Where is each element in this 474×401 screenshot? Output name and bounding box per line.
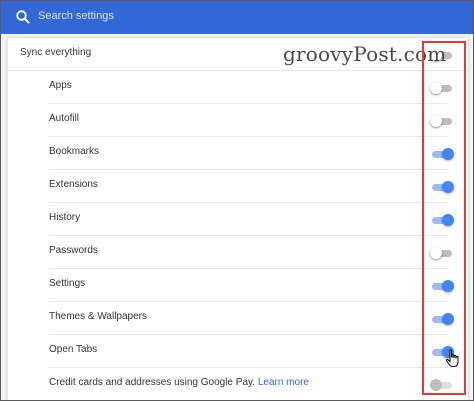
sync-row: Settings xyxy=(8,269,468,302)
sync-row: Passwords xyxy=(8,236,468,269)
sync-row-text: Apps xyxy=(49,80,72,91)
sync-row-label: Open Tabs xyxy=(49,344,97,355)
sync-toggle[interactable] xyxy=(430,82,454,94)
sync-settings-card: Sync everything Apps Autofill Bookmarks Exte… xyxy=(8,38,468,400)
sync-row-label: History xyxy=(49,212,80,223)
sync-row-label: Sync everything xyxy=(20,47,91,58)
toggle-knob xyxy=(442,148,454,160)
sync-row-text: Themes & Wallpapers xyxy=(49,311,147,322)
sync-row: Credit cards and addresses using Google … xyxy=(8,368,468,400)
sync-row-label: Bookmarks xyxy=(49,146,99,157)
sync-row-label: Themes & Wallpapers xyxy=(49,311,147,322)
watermark: groovyPost.com xyxy=(283,42,447,66)
sync-toggle[interactable] xyxy=(430,313,454,325)
sync-row-label: Settings xyxy=(49,278,85,289)
toggle-knob xyxy=(430,82,442,94)
sync-row-text: Open Tabs xyxy=(49,344,98,355)
sync-toggle[interactable] xyxy=(430,148,454,160)
sync-row-text: Credit cards and addresses using Google … xyxy=(49,377,256,388)
sync-row: Extensions xyxy=(8,170,468,203)
sync-toggle[interactable] xyxy=(430,115,454,127)
sync-toggle[interactable] xyxy=(430,214,454,226)
sync-row-text: Sync everything xyxy=(20,47,92,58)
toggle-knob xyxy=(442,313,454,325)
sync-toggle[interactable] xyxy=(430,379,454,391)
toggle-knob xyxy=(430,379,442,391)
sync-row-label: Apps xyxy=(49,80,72,91)
sync-row-text: History xyxy=(49,212,81,223)
toggle-knob xyxy=(442,280,454,292)
sync-toggle[interactable] xyxy=(430,181,454,193)
settings-window: Search settings Sync everything Apps Autof… xyxy=(0,0,474,401)
sync-toggle[interactable] xyxy=(430,280,454,292)
sync-row: Themes & Wallpapers xyxy=(8,302,468,335)
sync-toggle[interactable] xyxy=(430,247,454,259)
sync-row-label: Credit cards and addresses using Google … xyxy=(49,377,309,388)
sync-row: Autofill xyxy=(8,104,468,137)
learn-more-link[interactable]: Learn more xyxy=(258,377,309,388)
sync-row-text: Passwords xyxy=(49,245,98,256)
sync-row-text: Bookmarks xyxy=(49,146,100,157)
toggle-knob xyxy=(442,214,454,226)
sync-row: Open Tabs xyxy=(8,335,468,368)
sync-row-text: Extensions xyxy=(49,179,98,190)
sync-row: Apps xyxy=(8,71,468,104)
toggle-knob xyxy=(430,247,442,259)
sync-row-label: Extensions xyxy=(49,179,98,190)
sync-row-text: Autofill xyxy=(49,113,80,124)
toggle-knob xyxy=(430,115,442,127)
sync-row: History xyxy=(8,203,468,236)
search-input[interactable]: Search settings xyxy=(38,10,114,22)
search-icon[interactable] xyxy=(15,9,31,25)
search-bar[interactable]: Search settings xyxy=(1,1,473,34)
sync-row-label: Passwords xyxy=(49,245,98,256)
toggle-knob xyxy=(442,181,454,193)
sync-row-label: Autofill xyxy=(49,113,79,124)
sync-row: Bookmarks xyxy=(8,137,468,170)
sync-row-text: Settings xyxy=(49,278,86,289)
hand-pointer-icon xyxy=(445,349,459,367)
